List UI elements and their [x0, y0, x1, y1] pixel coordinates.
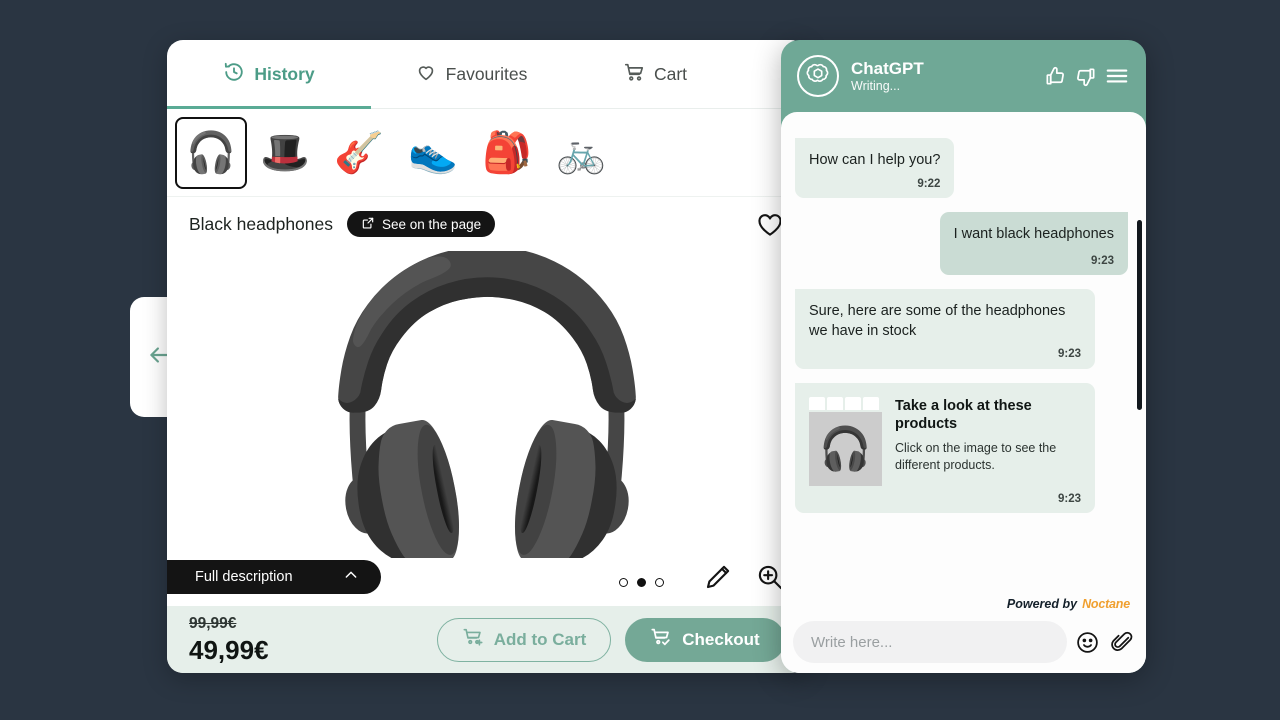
checkout-label: Checkout	[682, 629, 760, 649]
edit-pencil-icon[interactable]	[703, 562, 733, 592]
message-time: 9:22	[917, 177, 941, 190]
sneakers-icon: 👟	[408, 130, 458, 175]
card-thumbnail[interactable]: 🎧	[809, 396, 882, 486]
brand-name: Noctane	[1082, 597, 1130, 611]
carousel-dot-3[interactable]	[655, 578, 664, 587]
purchase-bar: 99,99€ 49,99€ Add to Cart Checkout	[167, 606, 807, 673]
chat-status: Writing...	[851, 78, 901, 93]
full-description-label: Full description	[195, 569, 293, 585]
hamburger-menu-icon[interactable]	[1104, 63, 1130, 89]
product-card-message[interactable]: 🎧 Take a look at these products Click on…	[795, 382, 1095, 514]
bicycle-icon: 🚲	[556, 130, 606, 175]
chat-identity: ChatGPT Writing...	[851, 59, 924, 93]
message-time: 9:23	[1090, 254, 1114, 267]
card-subtitle: Click on the image to see the different …	[895, 441, 1057, 472]
avatar	[797, 55, 839, 97]
old-price: 99,99€	[189, 615, 237, 633]
price-block: 99,99€ 49,99€	[189, 616, 269, 663]
chat-message: How can I help you? 9:22	[795, 138, 955, 199]
backpack-icon: 🎒	[482, 130, 532, 175]
product-title-row: Black headphones See on the page	[167, 197, 807, 251]
chat-scrollbar[interactable]	[1137, 220, 1142, 410]
cart-plus-icon	[462, 626, 484, 653]
chevron-up-icon	[343, 567, 359, 587]
carousel-dots	[619, 578, 664, 587]
thumbnail-backpack[interactable]: 🎒	[471, 117, 543, 189]
guitar-icon: 🎸	[334, 130, 384, 175]
current-price: 49,99€	[189, 634, 269, 665]
chat-title: ChatGPT	[851, 59, 924, 79]
page-title: Black headphones	[189, 213, 333, 234]
chat-messages[interactable]: How can I help you? 9:22 I want black he…	[781, 112, 1146, 673]
full-description-button[interactable]: Full description	[167, 560, 381, 594]
tab-cart[interactable]: Cart	[571, 40, 739, 108]
chat-header-actions	[1044, 63, 1130, 89]
card-title: Take a look at these products	[895, 397, 1032, 432]
thumbnail-sneakers[interactable]: 👟	[397, 117, 469, 189]
cart-icon	[623, 61, 645, 88]
openai-logo-icon	[805, 61, 831, 92]
tab-history[interactable]: History	[167, 40, 371, 108]
powered-by-label: Powered by	[1006, 597, 1078, 611]
thumbs-up-icon[interactable]	[1044, 65, 1067, 88]
product-hero-image[interactable]: 🎧	[167, 251, 807, 558]
headphones-icon: 🎧	[809, 411, 882, 486]
thumbs-down-icon[interactable]	[1074, 65, 1097, 88]
heart-icon	[415, 61, 437, 88]
headphones-product-photo: 🎧	[306, 251, 668, 558]
chat-widget: ChatGPT Writing... How can I help you? 9…	[781, 40, 1146, 673]
product-thumbnail-strip: 🎧 🎩 🎸 👟 🎒 🚲	[167, 109, 807, 197]
card-tab	[827, 396, 843, 410]
composer-actions	[1075, 630, 1134, 655]
product-tabbar: History Favourites Cart	[167, 40, 807, 109]
carousel-dot-2[interactable]	[637, 578, 646, 587]
tab-favourites[interactable]: Favourites	[371, 40, 571, 108]
powered-by-badge: Powered by Noctane	[1007, 597, 1130, 611]
checkout-button[interactable]: Checkout	[625, 617, 785, 662]
thumbnail-bicycle[interactable]: 🚲	[545, 117, 617, 189]
card-tab	[863, 396, 879, 410]
see-on-the-page-label: See on the page	[382, 216, 482, 232]
history-clock-icon	[223, 61, 245, 88]
see-on-the-page-button[interactable]: See on the page	[347, 211, 496, 237]
add-to-cart-button[interactable]: Add to Cart	[437, 617, 611, 662]
message-text: Sure, here are some of the headphones we…	[809, 303, 1066, 339]
image-tools	[703, 562, 785, 592]
tab-cart-label: Cart	[653, 63, 688, 84]
tab-history-label: History	[254, 63, 315, 84]
cart-check-icon	[650, 626, 672, 653]
message-text: I want black headphones	[953, 226, 1114, 243]
card-tab	[845, 396, 861, 410]
chat-header: ChatGPT Writing...	[781, 40, 1146, 112]
headphones-icon: 🎧	[186, 130, 236, 175]
thumbnail-guitar[interactable]: 🎸	[323, 117, 395, 189]
product-controls-row: Full description	[167, 558, 807, 606]
message-input[interactable]	[793, 621, 1067, 663]
chat-composer	[781, 617, 1146, 673]
chat-message: I want black headphones 9:23	[939, 212, 1128, 276]
carousel-dot-1[interactable]	[619, 578, 628, 587]
active-tab-underline	[167, 106, 371, 109]
card-tab	[809, 396, 825, 410]
product-panel: History Favourites Cart 🎧 🎩 🎸 👟 🎒 🚲 Blac…	[167, 40, 807, 673]
message-time: 9:23	[1057, 348, 1081, 361]
message-text: How can I help you?	[809, 152, 941, 168]
thumbnail-hat[interactable]: 🎩	[249, 117, 321, 189]
external-link-icon	[361, 216, 375, 233]
hat-icon: 🎩	[260, 130, 310, 175]
chat-message: Sure, here are some of the headphones we…	[795, 289, 1095, 369]
add-to-cart-label: Add to Cart	[493, 629, 587, 649]
card-tab-strip	[809, 396, 882, 410]
paperclip-icon[interactable]	[1109, 630, 1134, 655]
tab-favourites-label: Favourites	[445, 63, 528, 84]
message-time: 9:23	[1057, 492, 1081, 505]
smiley-icon[interactable]	[1075, 630, 1100, 655]
thumbnail-headphones[interactable]: 🎧	[175, 116, 247, 189]
